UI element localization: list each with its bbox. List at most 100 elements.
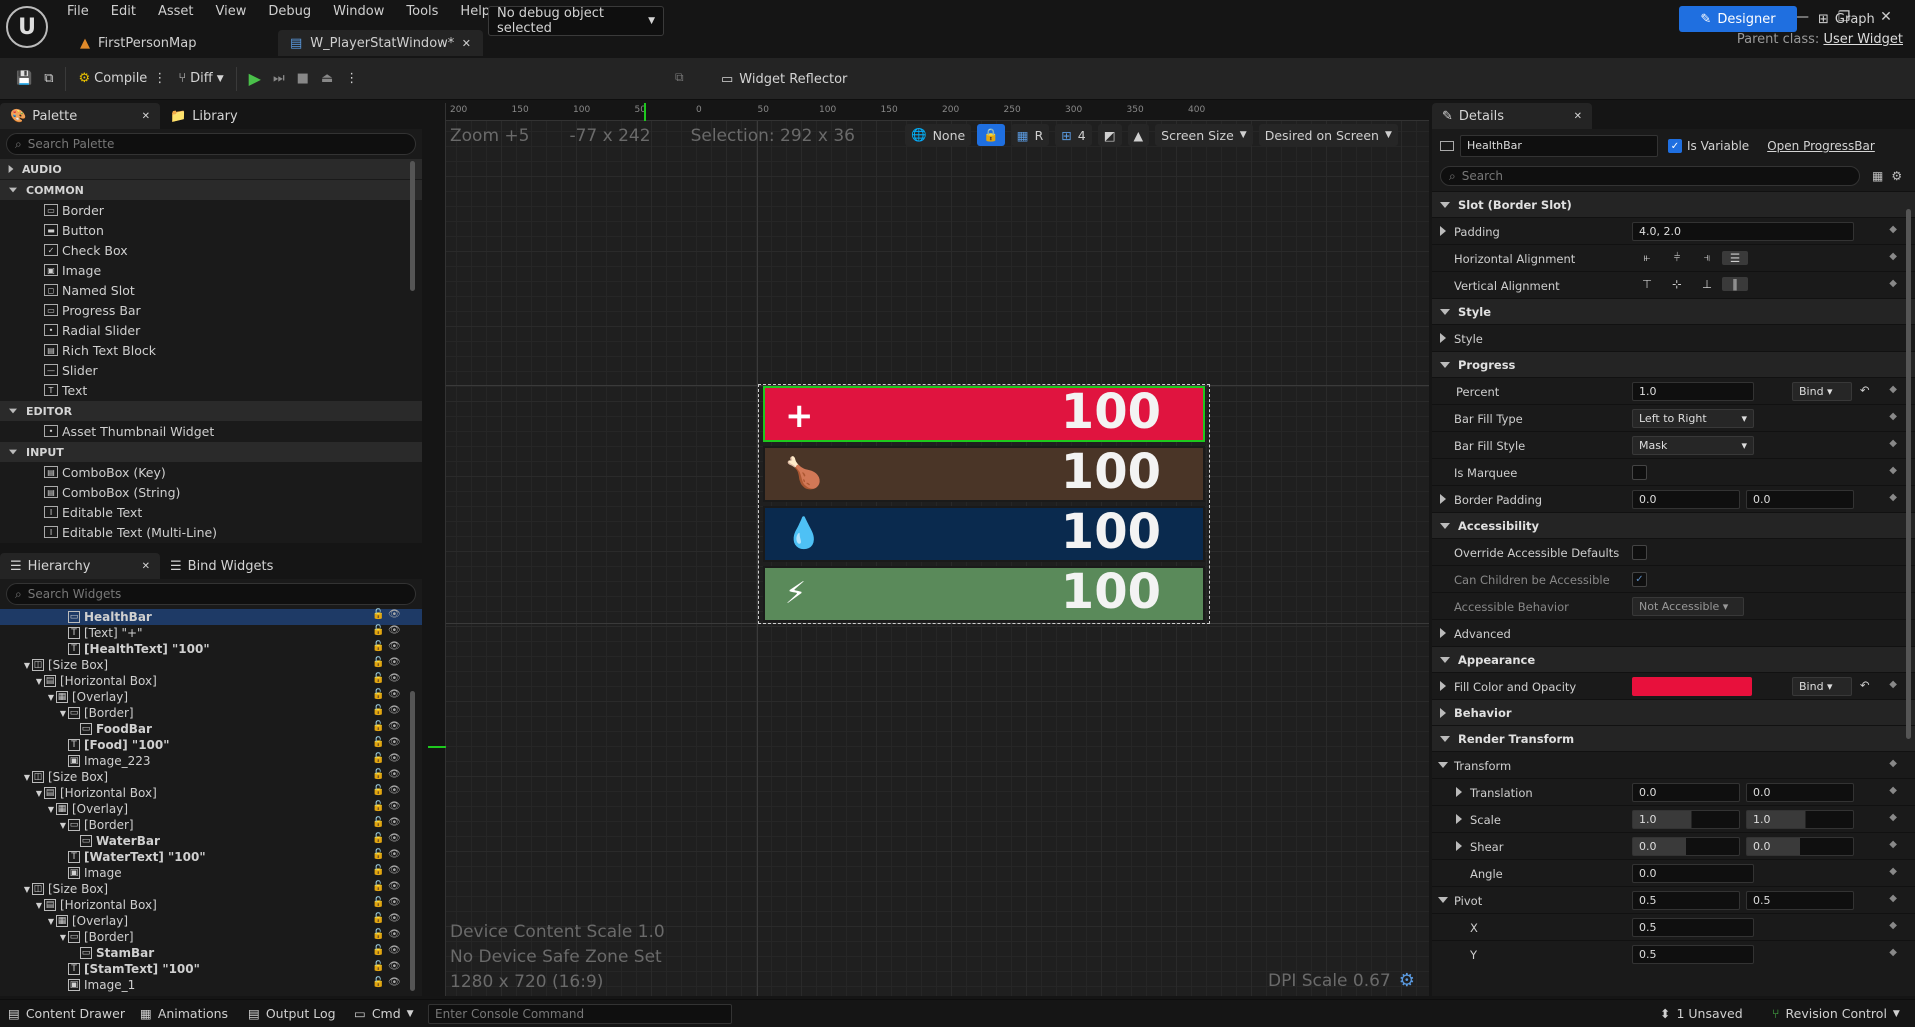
palette-item[interactable]: T Text [0, 380, 422, 400]
lock-icon[interactable]: 🔓 [372, 897, 384, 908]
prop-advanced[interactable]: Advanced [1432, 619, 1915, 646]
palette-item[interactable]: — Slider [0, 360, 422, 380]
eye-icon[interactable]: 👁 [388, 881, 401, 892]
section-accessibility[interactable]: Accessibility [1432, 512, 1915, 538]
eye-icon[interactable]: 👁 [388, 721, 401, 732]
tab-details[interactable]: ✎ Details ✕ [1432, 103, 1592, 129]
tree-row[interactable]: ▣ Image_1 🔓 👁 [0, 977, 422, 993]
widget-name-input[interactable]: HealthBar [1460, 135, 1658, 157]
eye-icon[interactable]: 👁 [388, 913, 401, 924]
revision-control-button[interactable]: ⑂ Revision Control ▼ [1772, 1006, 1900, 1021]
tree-row[interactable]: ▼ ▦ [Overlay] 🔓 👁 [0, 689, 422, 705]
fill-color-swatch[interactable] [1632, 677, 1752, 696]
gear-icon[interactable]: ⚙ [1399, 970, 1415, 991]
lock-icon[interactable]: 🔓 [372, 657, 384, 668]
parent-class-link[interactable]: User Widget [1823, 32, 1903, 47]
override-checkbox[interactable] [1632, 545, 1647, 560]
animations-button[interactable]: ▦ Animations [140, 1006, 228, 1021]
palette-search-input[interactable]: ⌕ Search Palette [6, 133, 416, 155]
lock-icon[interactable]: 🔓 [372, 913, 384, 924]
unreal-logo-icon[interactable]: U [6, 6, 48, 48]
eye-icon[interactable]: 👁 [388, 865, 401, 876]
keyframe-icon[interactable]: ◆ [1889, 278, 1897, 289]
tree-row[interactable]: ▼ ▤ [Horizontal Box] 🔓 👁 [0, 897, 422, 913]
widget-reflector-button[interactable]: ▭ Widget Reflector [715, 64, 853, 94]
tree-row[interactable]: T [WaterText] "100" 🔓 👁 [0, 849, 422, 865]
align-middle-icon[interactable]: ⊹ [1662, 277, 1692, 291]
details-search-input[interactable]: ⌕ Search [1440, 166, 1860, 186]
keyframe-icon[interactable]: ◆ [1889, 251, 1897, 262]
align-left-icon[interactable]: ⫦ [1632, 250, 1662, 265]
lock-icon[interactable]: 🔓 [372, 705, 384, 716]
save-icon[interactable]: 💾 [10, 64, 38, 94]
outline-button[interactable]: ◩ [1097, 124, 1122, 146]
border-padding-y[interactable]: 0.0 [1746, 490, 1854, 509]
eye-icon[interactable]: 👁 [388, 785, 401, 796]
palette-item[interactable]: ◻ Named Slot [0, 280, 422, 300]
console-input[interactable]: Enter Console Command [428, 1004, 732, 1024]
lock-icon[interactable]: 🔓 [372, 881, 384, 892]
align-fill-icon[interactable]: ☰ [1722, 250, 1748, 265]
tree-row[interactable]: ▼ ◫ [Size Box] 🔓 👁 [0, 881, 422, 897]
align-top-icon[interactable]: ⊤ [1632, 277, 1662, 291]
palette-item[interactable]: ▭ Border [0, 200, 422, 220]
tab-library[interactable]: 📁 Library [160, 109, 238, 124]
children-accessible-checkbox[interactable]: ✓ [1632, 572, 1647, 587]
localization-button[interactable]: 🌐 None [905, 124, 972, 146]
menu-file[interactable]: File [56, 0, 100, 24]
accessible-behavior-dropdown[interactable]: Not Accessible ▾ [1632, 597, 1744, 616]
keyframe-icon[interactable]: ◆ [1889, 679, 1897, 690]
lock-icon[interactable]: 🔓 [372, 737, 384, 748]
eject-icon[interactable]: ⏏ [315, 64, 339, 94]
menu-view[interactable]: View [205, 0, 258, 24]
eye-icon[interactable]: 👁 [388, 769, 401, 780]
menu-window[interactable]: Window [322, 0, 395, 24]
section-slot[interactable]: Slot (Border Slot) [1432, 191, 1915, 217]
border-padding-x[interactable]: 0.0 [1632, 490, 1740, 509]
tree-row[interactable]: ▼ ▦ [Overlay] 🔓 👁 [0, 913, 422, 929]
keyframe-icon[interactable]: ◆ [1889, 411, 1897, 422]
lock-icon[interactable]: 🔓 [372, 801, 384, 812]
tree-row[interactable]: ▭ WaterBar 🔓 👁 [0, 833, 422, 849]
keyframe-icon[interactable]: ◆ [1889, 438, 1897, 449]
eye-icon[interactable]: 👁 [388, 833, 401, 844]
palette-item[interactable]: ✓ Check Box [0, 240, 422, 260]
keyframe-icon[interactable]: ◆ [1889, 920, 1897, 931]
tree-row[interactable]: ▼ ◫ [Size Box] 🔓 👁 [0, 769, 422, 785]
close-icon[interactable]: ✕ [142, 111, 150, 122]
is-variable-checkbox[interactable]: ✓ [1668, 139, 1682, 153]
section-style[interactable]: Style [1432, 298, 1915, 324]
close-icon[interactable]: ✕ [1574, 111, 1582, 122]
section-progress[interactable]: Progress [1432, 351, 1915, 377]
tab-bind-widgets[interactable]: ☰ Bind Widgets [160, 559, 273, 574]
tree-row[interactable]: T [HealthText] "100" 🔓 👁 [0, 641, 422, 657]
tree-row[interactable]: ▼ ▭ [Border] 🔓 👁 [0, 929, 422, 945]
keyframe-icon[interactable]: ◆ [1889, 866, 1897, 877]
tree-row[interactable]: T [StamText] "100" 🔓 👁 [0, 961, 422, 977]
screen-size-dropdown[interactable]: Screen Size ▼ [1155, 124, 1253, 146]
eye-icon[interactable]: 👁 [388, 705, 401, 716]
tree-row[interactable]: ▭ HealthBar 🔓 👁 [0, 609, 422, 625]
keyframe-icon[interactable]: ◆ [1889, 785, 1897, 796]
tree-row[interactable]: ▼ ◫ [Size Box] 🔓 👁 [0, 657, 422, 673]
preview-button[interactable]: ▲ [1127, 124, 1150, 146]
health-bar[interactable]: + 100 [763, 384, 1205, 442]
palette-category[interactable]: AUDIO [0, 159, 422, 179]
palette-item[interactable]: ▤ Rich Text Block [0, 340, 422, 360]
keyframe-icon[interactable]: ◆ [1889, 758, 1897, 769]
keyframe-icon[interactable]: ◆ [1889, 812, 1897, 823]
lock-icon[interactable]: 🔓 [372, 785, 384, 796]
keyframe-icon[interactable]: ◆ [1889, 893, 1897, 904]
percent-input[interactable]: 1.0 [1632, 382, 1754, 401]
palette-item[interactable]: ▤ ComboBox (Key) [0, 462, 422, 482]
menu-debug[interactable]: Debug [257, 0, 322, 24]
translation-y[interactable]: 0.0 [1746, 783, 1854, 802]
close-icon[interactable]: ✕ [142, 561, 150, 572]
tree-row[interactable]: ▼ ▭ [Border] 🔓 👁 [0, 705, 422, 721]
palette-item[interactable]: • Asset Thumbnail Widget [0, 421, 422, 441]
settings-icon[interactable]: ⚙ [1891, 169, 1902, 183]
align-bottom-icon[interactable]: ⊥ [1692, 277, 1722, 291]
lock-icon[interactable]: 🔓 [372, 961, 384, 972]
tree-row[interactable]: ▼ ▤ [Horizontal Box] 🔓 👁 [0, 785, 422, 801]
eye-icon[interactable]: 👁 [388, 977, 401, 988]
